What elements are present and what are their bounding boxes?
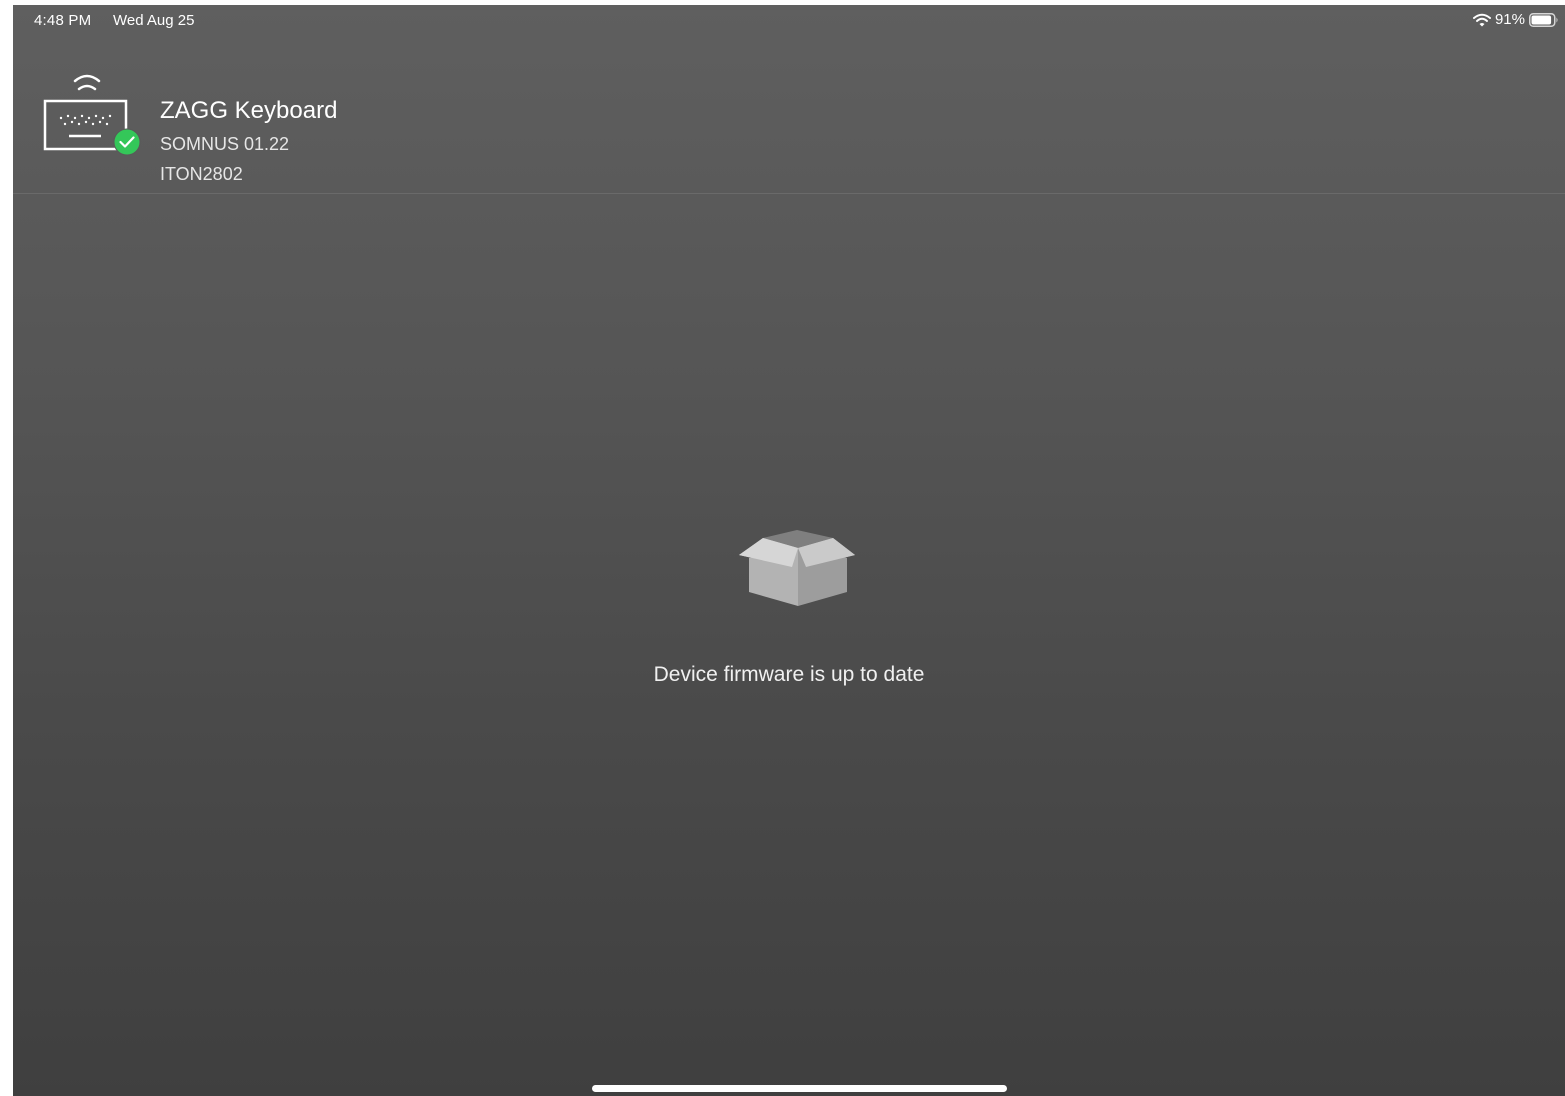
status-indicators: 91% xyxy=(1472,11,1559,28)
status-date: Wed Aug 25 xyxy=(113,12,195,29)
home-indicator[interactable] xyxy=(592,1085,1007,1092)
device-header: ZAGG Keyboard SOMNUS 01.22 ITON2802 xyxy=(13,37,1565,194)
wifi-icon xyxy=(1472,13,1491,26)
status-bar: 4:48 PM Wed Aug 25 91% xyxy=(13,5,1565,37)
app-screen: 4:48 PM Wed Aug 25 91% ZAGG Keyboard SOM… xyxy=(13,5,1565,1096)
battery-percent: 91% xyxy=(1494,11,1525,28)
firmware-status-message: Device firmware is up to date xyxy=(653,663,925,686)
device-model: SOMNUS 01.22 xyxy=(160,134,290,154)
open-box-icon xyxy=(739,530,855,606)
device-serial: ITON2802 xyxy=(160,164,243,184)
status-time: 4:48 PM xyxy=(34,12,92,29)
keyboard-wireless-icon xyxy=(43,74,141,156)
device-name: ZAGG Keyboard xyxy=(160,97,338,124)
battery-icon xyxy=(1529,12,1558,27)
